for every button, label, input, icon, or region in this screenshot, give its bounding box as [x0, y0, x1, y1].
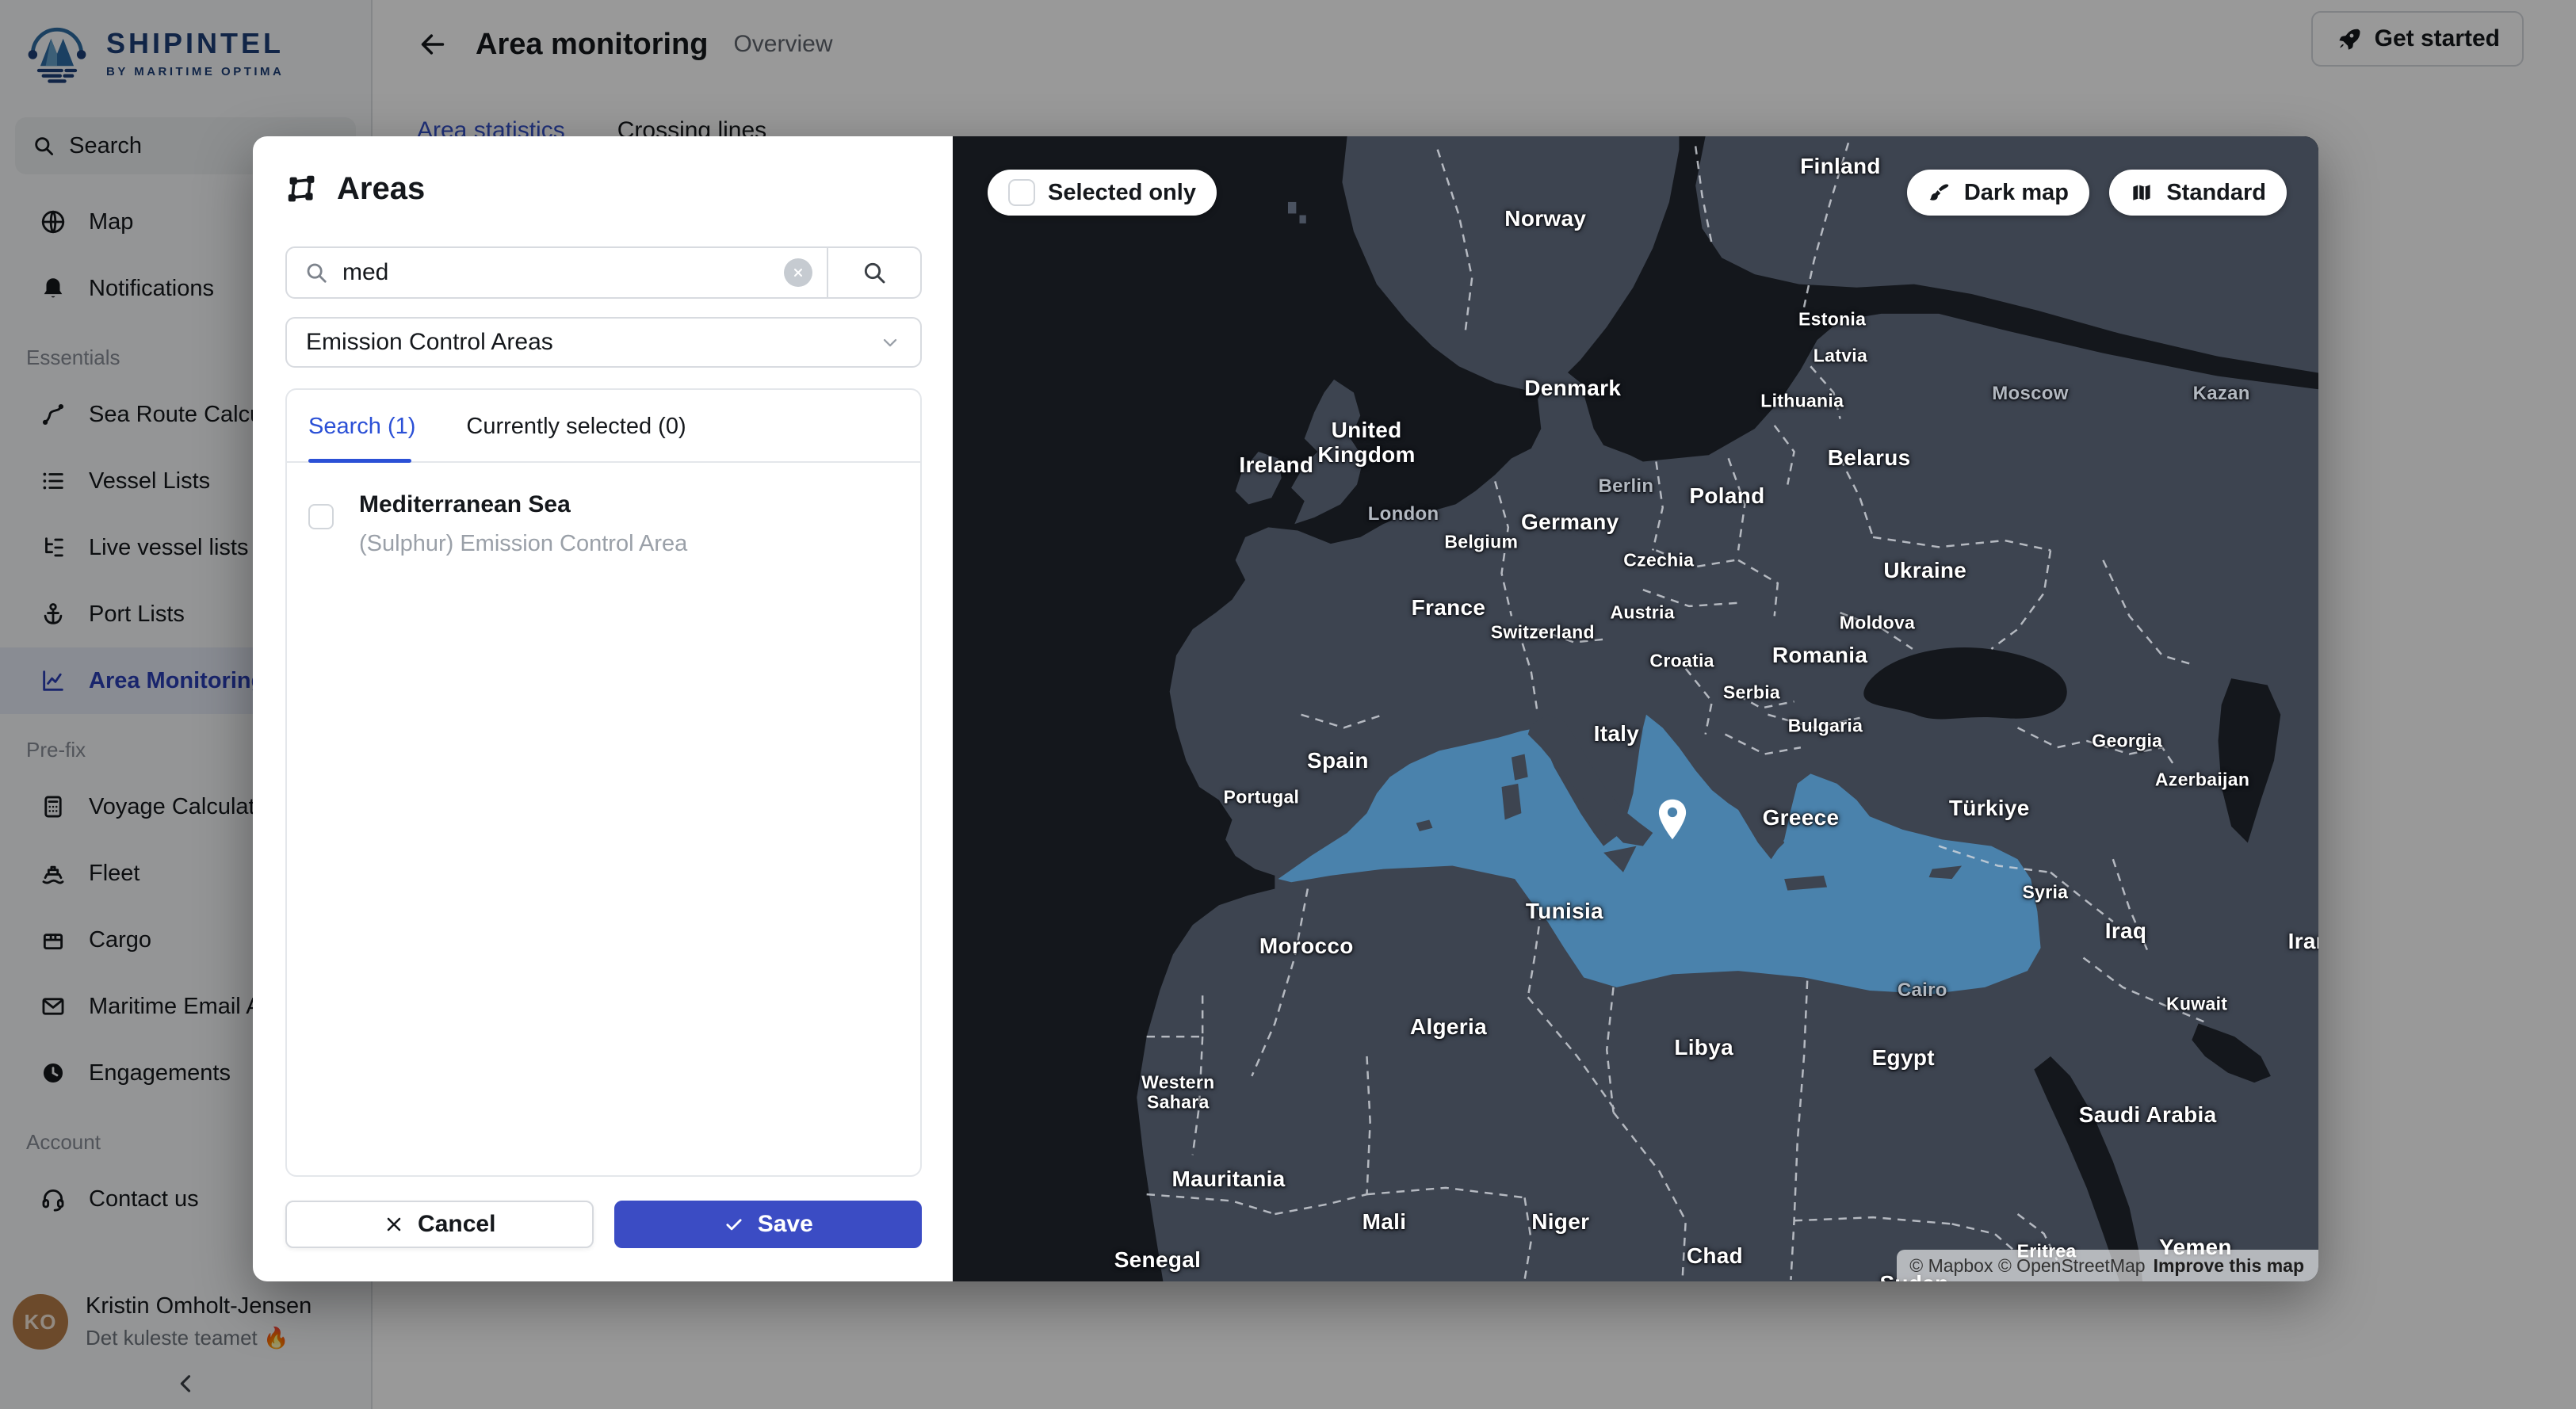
map-label-niger: Niger [1531, 1209, 1589, 1235]
result-title: Mediterranean Sea [359, 491, 687, 518]
dark-map-label: Dark map [1964, 180, 2069, 206]
area-search-input[interactable] [342, 259, 770, 286]
map-label-libya: Libya [1674, 1035, 1733, 1060]
map-label-belgium: Belgium [1444, 531, 1518, 552]
map-label-united-kingdom: United Kingdom [1311, 418, 1422, 468]
map-label-london: London [1368, 503, 1439, 525]
close-icon [792, 266, 805, 279]
results-list: Mediterranean Sea (Sulphur) Emission Cont… [287, 463, 920, 557]
map-pin[interactable] [1655, 798, 1690, 841]
map-label-kazan: Kazan [2193, 383, 2250, 405]
clear-search-button[interactable] [784, 258, 812, 287]
dialog-title: Areas [337, 171, 425, 207]
selected-only-checkbox[interactable] [1008, 179, 1035, 206]
active-tab-underline [308, 459, 411, 463]
result-subtitle: (Sulphur) Emission Control Area [359, 531, 687, 557]
chevron-down-icon [879, 331, 901, 353]
map-label-ukraine: Ukraine [1883, 558, 1966, 583]
map-label-france: France [1412, 595, 1486, 620]
map-label-italy: Italy [1594, 721, 1640, 747]
map-label-denmark: Denmark [1524, 376, 1621, 401]
map-label-berlin: Berlin [1599, 475, 1654, 498]
close-icon [383, 1213, 405, 1235]
result-checkbox[interactable] [308, 504, 334, 529]
map-label-bulgaria: Bulgaria [1788, 716, 1863, 737]
map-label-romania: Romania [1772, 643, 1867, 668]
map-label-cairo: Cairo [1898, 979, 1947, 1002]
map-label-serbia: Serbia [1723, 682, 1780, 704]
map-label-mali: Mali [1363, 1209, 1407, 1235]
map-label-georgia: Georgia [2092, 730, 2162, 751]
result-row-mediterranean-sea[interactable]: Mediterranean Sea (Sulphur) Emission Cont… [287, 463, 920, 557]
tab-currently-selected[interactable]: Currently selected (0) [466, 414, 686, 461]
map-label-estonia: Estonia [1798, 309, 1866, 330]
save-button[interactable]: Save [614, 1201, 923, 1248]
search-icon [862, 260, 887, 285]
map-label-moldova: Moldova [1840, 613, 1915, 634]
standard-map-button[interactable]: Standard [2109, 170, 2287, 216]
map-label-spain: Spain [1307, 748, 1369, 773]
area-search-box [285, 246, 922, 299]
search-icon [304, 261, 328, 284]
map-label-czechia: Czechia [1623, 549, 1694, 571]
map-label-iran: Iran [2288, 929, 2318, 954]
dark-map-button[interactable]: Dark map [1907, 170, 2089, 216]
map-label-norway: Norway [1504, 206, 1586, 231]
map-label-mauritania: Mauritania [1172, 1167, 1286, 1192]
map-label-egypt: Egypt [1872, 1045, 1935, 1071]
map-label-western-sahara: Western Sahara [1122, 1072, 1233, 1113]
map-label-poland: Poland [1689, 483, 1764, 509]
map-label-austria: Austria [1610, 602, 1674, 624]
paintbrush-icon [1928, 181, 1951, 204]
cancel-label: Cancel [418, 1211, 495, 1238]
map-label-iraq: Iraq [2105, 918, 2147, 944]
map-label-senegal: Senegal [1114, 1247, 1201, 1273]
map-label-kuwait: Kuwait [2166, 994, 2227, 1015]
selected-only-label: Selected only [1048, 180, 1196, 206]
map-labels-layer: Finland Norway Estonia Latvia Moscow Kazan Lit… [953, 136, 2318, 1281]
map-label-lithuania: Lithuania [1760, 390, 1844, 411]
standard-map-label: Standard [2166, 180, 2266, 206]
map-label-syria: Syria [2023, 881, 2069, 903]
map-label-algeria: Algeria [1410, 1014, 1487, 1040]
results-card: Search (1) Currently selected (0) Medite… [285, 388, 922, 1177]
areas-dialog: Areas Emission Control Areas Search (1) … [253, 136, 2318, 1281]
map-label-germany: Germany [1521, 510, 1619, 535]
area-type-select[interactable]: Emission Control Areas [285, 317, 922, 368]
map-label-belarus: Belarus [1828, 445, 1911, 471]
map-label-switzerland: Switzerland [1491, 621, 1595, 643]
map-label-saudi-arabia: Saudi Arabia [2079, 1102, 2217, 1128]
map-label-t-rkiye: Türkiye [1949, 796, 2030, 821]
map-label-portugal: Portugal [1224, 786, 1300, 808]
areas-panel: Areas Emission Control Areas Search (1) … [253, 136, 953, 1281]
map-label-azerbaijan: Azerbaijan [2155, 769, 2249, 791]
map-attribution: © Mapbox © OpenStreetMap Improve this ma… [1897, 1250, 2318, 1281]
improve-map-link[interactable]: Improve this map [2154, 1255, 2304, 1277]
attribution-text: © Mapbox © OpenStreetMap [1909, 1255, 2145, 1277]
folded-map-icon [2130, 181, 2154, 204]
tab-search-results[interactable]: Search (1) [308, 414, 415, 461]
cancel-button[interactable]: Cancel [285, 1201, 594, 1248]
polygon-area-icon [285, 172, 319, 207]
selected-only-toggle[interactable]: Selected only [988, 170, 1217, 216]
map-label-finland: Finland [1800, 154, 1881, 179]
map-label-chad: Chad [1687, 1243, 1743, 1269]
map-label-ireland: Ireland [1239, 452, 1313, 478]
map-label-morocco: Morocco [1259, 934, 1354, 959]
save-label: Save [758, 1211, 813, 1238]
map-label-greece: Greece [1763, 805, 1840, 831]
check-icon [723, 1213, 745, 1235]
map-label-croatia: Croatia [1649, 650, 1714, 671]
map-label-moscow: Moscow [1992, 383, 2068, 405]
map-label-tunisia: Tunisia [1526, 899, 1603, 924]
map-panel[interactable]: Finland Norway Estonia Latvia Moscow Kazan Lit… [953, 136, 2318, 1281]
map-label-latvia: Latvia [1814, 346, 1867, 367]
area-type-value: Emission Control Areas [306, 329, 553, 356]
search-submit-button[interactable] [827, 248, 920, 297]
